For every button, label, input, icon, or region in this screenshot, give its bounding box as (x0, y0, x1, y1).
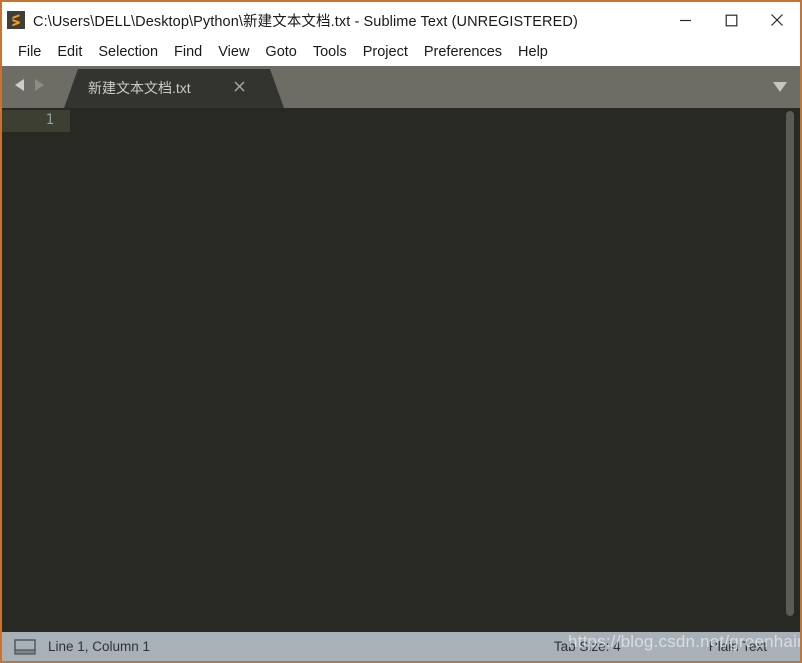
tab-size-label[interactable]: Tab Size: 4 (554, 639, 621, 654)
menu-item-edit[interactable]: Edit (49, 41, 90, 63)
text-caret (82, 112, 83, 130)
menu-bar: File Edit Selection Find View Goto Tools… (2, 38, 800, 66)
window-title: C:\Users\DELL\Desktop\Python\新建文本文档.txt … (33, 13, 578, 30)
tab-close-icon[interactable] (231, 78, 247, 94)
chevron-down-icon[interactable] (772, 80, 788, 92)
arrow-left-icon[interactable] (14, 78, 26, 97)
tab-nav-arrows (14, 66, 45, 108)
menu-item-project[interactable]: Project (355, 41, 416, 63)
title-bar: C:\Users\DELL\Desktop\Python\新建文本文档.txt … (2, 2, 800, 38)
maximize-button[interactable] (708, 2, 754, 38)
sublime-text-icon (7, 11, 25, 29)
gutter-line-number: 1 (45, 112, 54, 128)
tab-bar: 新建文本文档.txt (2, 66, 800, 108)
menu-item-help[interactable]: Help (510, 41, 556, 63)
menu-item-selection[interactable]: Selection (90, 41, 166, 63)
status-bar: Line 1, Column 1 Tab Size: 4 Plain Text (2, 632, 800, 661)
arrow-right-icon[interactable] (33, 78, 45, 97)
status-bar-right: Tab Size: 4 Plain Text (554, 632, 800, 661)
menu-item-view[interactable]: View (210, 41, 257, 63)
cursor-position-label: Line 1, Column 1 (48, 639, 151, 654)
close-button[interactable] (754, 2, 800, 38)
sublime-text-window: C:\Users\DELL\Desktop\Python\新建文本文档.txt … (0, 0, 802, 663)
menu-item-goto[interactable]: Goto (257, 41, 304, 63)
syntax-label[interactable]: Plain Text (709, 639, 767, 654)
vertical-scrollbar[interactable] (786, 108, 798, 629)
menu-item-find[interactable]: Find (166, 41, 210, 63)
editor-area[interactable]: 1 (2, 108, 800, 629)
menu-item-tools[interactable]: Tools (305, 41, 355, 63)
menu-item-preferences[interactable]: Preferences (416, 41, 510, 63)
panel-icon[interactable] (14, 638, 36, 655)
minimize-button[interactable] (662, 2, 708, 38)
tab-label-新建文本文档[interactable]: 新建文本文档.txt (88, 78, 191, 98)
scrollbar-thumb[interactable] (786, 111, 794, 616)
window-controls (662, 2, 800, 38)
menu-item-file[interactable]: File (10, 41, 49, 63)
